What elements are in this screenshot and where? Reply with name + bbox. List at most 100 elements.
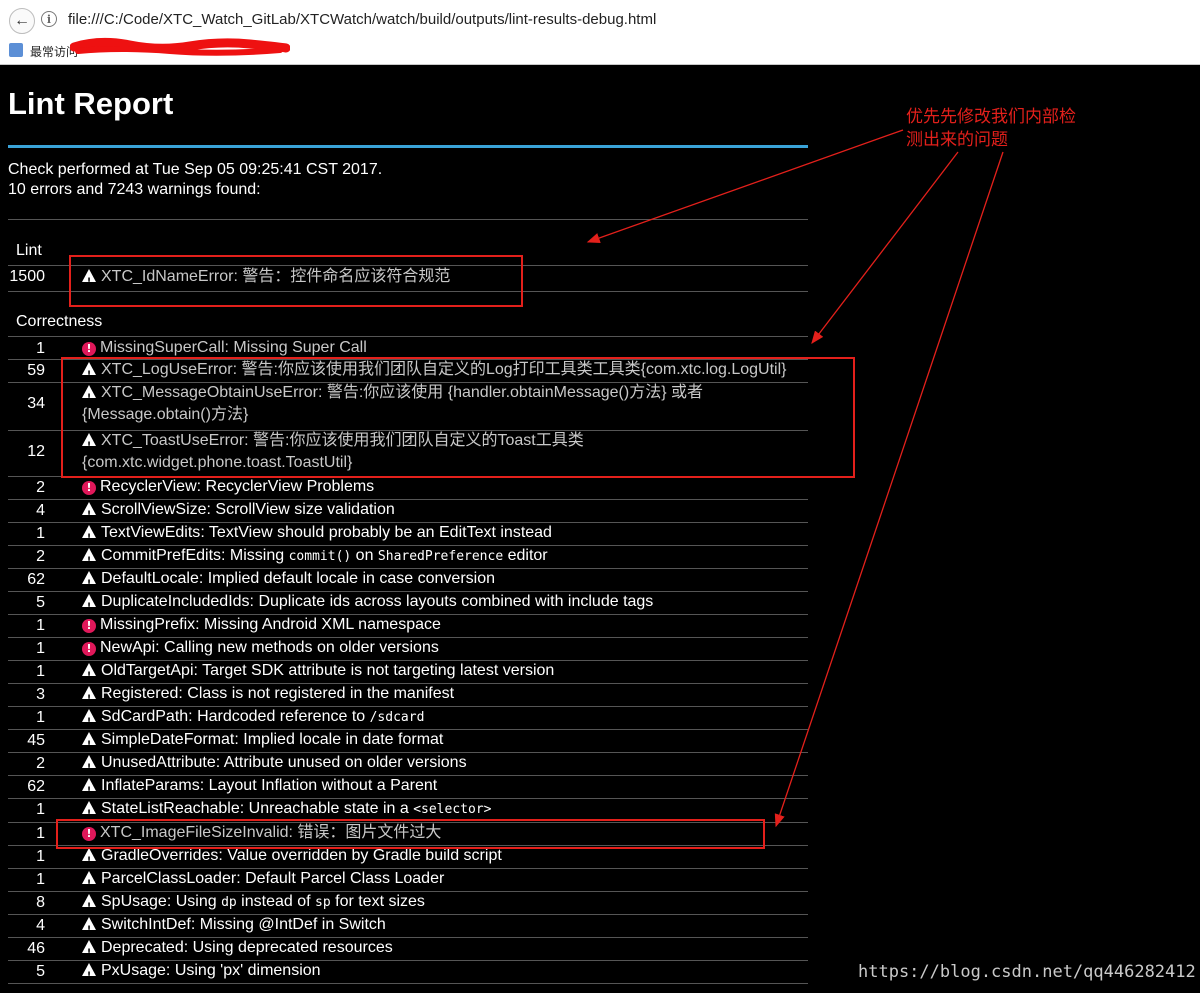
issue-link-registered[interactable]: Registered: Class is not registered in t… xyxy=(82,683,455,710)
warning-icon xyxy=(82,778,96,802)
issue-count: 1 xyxy=(36,340,45,357)
issue-id: GradleOverrides xyxy=(101,847,219,864)
issue-count: 3 xyxy=(36,686,45,703)
issue-link-scrollviewsize[interactable]: ScrollViewSize: ScrollView size validati… xyxy=(82,499,395,526)
issue-description: Using deprecated resources xyxy=(192,939,393,956)
issue-link-spusage[interactable]: SpUsage: Using dp instead of sp for text… xyxy=(82,891,425,918)
bookmark-icon xyxy=(9,43,23,57)
watermark: https://blog.csdn.net/qq446282412 xyxy=(858,962,1196,982)
report-meta: Check performed at Tue Sep 05 09:25:41 C… xyxy=(8,160,382,200)
warning-icon xyxy=(82,917,96,941)
issue-link-unusedattribute[interactable]: UnusedAttribute: Attribute unused on old… xyxy=(82,752,467,779)
issue-count: 1 xyxy=(36,848,45,865)
issue-link-inflateparams[interactable]: InflateParams: Layout Inflation without … xyxy=(82,775,438,802)
code-snippet: SharedPreference xyxy=(377,549,504,564)
issue-count: 2 xyxy=(36,548,45,565)
issue-count: 1500 xyxy=(9,268,45,285)
issue-count: 8 xyxy=(36,894,45,911)
issue-description: Duplicate ids across layouts combined wi… xyxy=(258,593,654,610)
issue-description: Unreachable state in a xyxy=(248,800,414,817)
issue-description: Implied locale in date format xyxy=(243,731,444,748)
issue-description: Value overridden by Gradle build script xyxy=(227,847,502,864)
warning-icon xyxy=(82,548,96,572)
issue-description: editor xyxy=(503,547,548,564)
issue-id: TextViewEdits xyxy=(101,524,201,541)
issue-link-switchintdef[interactable]: SwitchIntDef: Missing @IntDef in Switch xyxy=(82,914,386,941)
issue-description: on xyxy=(351,547,378,564)
issue-description: Target SDK attribute is not targeting la… xyxy=(202,662,555,679)
warning-icon xyxy=(82,686,96,710)
issue-description: Using xyxy=(175,893,222,910)
warning-icon xyxy=(82,571,96,595)
warning-icon xyxy=(82,848,96,872)
issue-description: Layout Inflation without a Parent xyxy=(208,777,438,794)
redaction-scribble xyxy=(70,37,290,56)
warning-icon xyxy=(82,732,96,756)
issue-link-commitprefedits[interactable]: CommitPrefEdits: Missing commit() on Sha… xyxy=(82,545,548,572)
warning-icon xyxy=(82,871,96,895)
issue-link-duplicateincludedids[interactable]: DuplicateIncludedIds: Duplicate ids acro… xyxy=(82,591,654,618)
code-snippet: /sdcard xyxy=(369,710,425,725)
code-snippet: dp xyxy=(221,895,237,910)
title-underline xyxy=(8,145,808,148)
code-snippet: <selector> xyxy=(413,802,492,817)
issue-link-missingsupercall[interactable]: ! MissingSuperCall: Missing Super Call xyxy=(82,337,367,359)
warning-icon xyxy=(82,755,96,779)
issue-description: Attribute unused on older versions xyxy=(223,754,467,771)
issue-count: 5 xyxy=(36,594,45,611)
issue-id: SpUsage xyxy=(101,893,167,910)
warning-icon xyxy=(82,525,96,549)
issue-description: Calling new methods on older versions xyxy=(164,639,439,656)
issue-link-pxusage[interactable]: PxUsage: Using 'px' dimension xyxy=(82,960,321,987)
issue-count: 34 xyxy=(27,395,45,412)
issue-link-recyclerview[interactable]: ! RecyclerView: RecyclerView Problems xyxy=(82,476,374,498)
warning-icon xyxy=(82,801,96,825)
highlight-box-xtc-rules xyxy=(61,357,855,478)
issue-id: PxUsage xyxy=(101,962,166,979)
issue-link-newapi[interactable]: ! NewApi: Calling new methods on older ve… xyxy=(82,637,439,659)
issue-link-statelistreachable[interactable]: StateListReachable: Unreachable state in… xyxy=(82,798,492,825)
annotation-line-2: 测出来的问题 xyxy=(906,130,1008,150)
back-button[interactable]: ← xyxy=(9,8,35,34)
category-header: Correctness xyxy=(16,313,103,330)
issue-id: StateListReachable xyxy=(101,800,240,817)
issue-link-defaultlocale[interactable]: DefaultLocale: Implied default locale in… xyxy=(82,568,495,595)
issue-link-deprecated[interactable]: Deprecated: Using deprecated resources xyxy=(82,937,393,964)
issue-link-parcelclassloader[interactable]: ParcelClassLoader: Default Parcel Class … xyxy=(82,868,444,895)
issue-link-oldtargetapi[interactable]: OldTargetApi: Target SDK attribute is no… xyxy=(82,660,555,687)
issue-count: 1 xyxy=(36,709,45,726)
issue-id: ParcelClassLoader xyxy=(101,870,237,887)
issue-description: Using 'px' dimension xyxy=(174,962,321,979)
issue-id: InflateParams xyxy=(101,777,200,794)
divider xyxy=(8,219,808,220)
issue-count: 1 xyxy=(36,871,45,888)
highlight-box-imagesize xyxy=(56,819,765,849)
issue-count: 1 xyxy=(36,525,45,542)
issue-count: 5 xyxy=(36,963,45,980)
issue-id: NewApi xyxy=(100,639,156,656)
issue-id: Registered xyxy=(101,685,179,702)
summary-text: 10 errors and 7243 warnings found: xyxy=(8,181,261,198)
issue-link-sdcardpath[interactable]: SdCardPath: Hardcoded reference to /sdca… xyxy=(82,706,425,733)
issue-description: RecyclerView Problems xyxy=(205,478,375,495)
issue-count: 1 xyxy=(36,825,45,842)
issue-count: 1 xyxy=(36,801,45,818)
info-icon[interactable]: i xyxy=(41,11,57,27)
category-header: Lint xyxy=(16,242,42,259)
issue-description: TextView should probably be an EditText … xyxy=(208,524,552,541)
code-snippet: commit() xyxy=(288,549,352,564)
issue-description: Class is not registered in the manifest xyxy=(187,685,455,702)
issue-description: for text sizes xyxy=(330,893,425,910)
issue-count: 1 xyxy=(36,640,45,657)
warning-icon xyxy=(82,894,96,918)
address-bar[interactable]: file:///C:/Code/XTC_Watch_GitLab/XTCWatc… xyxy=(68,11,656,28)
issue-count: 12 xyxy=(27,443,45,460)
issue-link-missingprefix[interactable]: ! MissingPrefix: Missing Android XML name… xyxy=(82,614,441,636)
issue-link-simpledateformat[interactable]: SimpleDateFormat: Implied locale in date… xyxy=(82,729,444,756)
issue-id: RecyclerView xyxy=(100,478,197,495)
issue-link-textviewedits[interactable]: TextViewEdits: TextView should probably … xyxy=(82,522,552,549)
issue-count: 1 xyxy=(36,663,45,680)
issue-description: Missing Android XML namespace xyxy=(204,616,441,633)
error-icon: ! xyxy=(82,342,96,356)
issue-description: Missing @IntDef in Switch xyxy=(199,916,386,933)
